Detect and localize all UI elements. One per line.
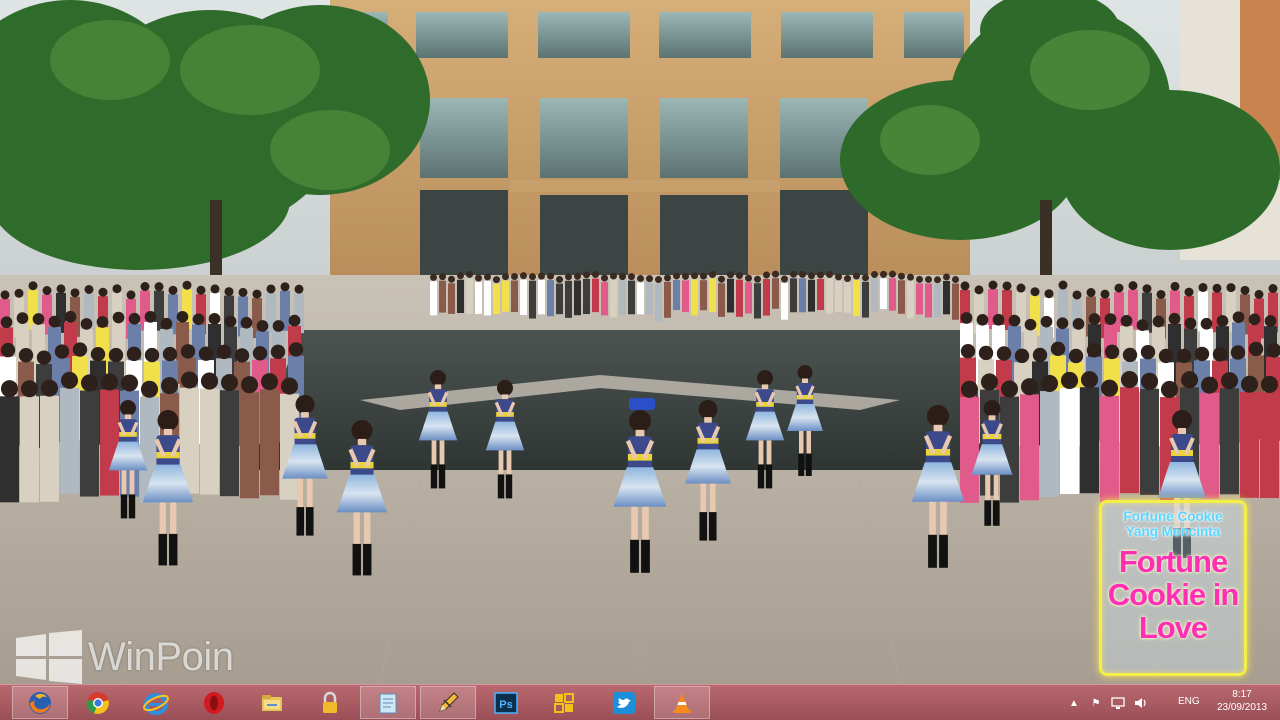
taskbar-photoshop-button[interactable]: Ps <box>478 686 534 719</box>
fortune-cookie-title-logo: Fortune Cookie Yang Mencinta Fortune Coo… <box>1099 500 1247 676</box>
folder-icon <box>262 694 282 711</box>
volume-icon[interactable] <box>1133 696 1147 710</box>
vlc-icon <box>673 692 691 713</box>
title-subtitle: Fortune Cookie Yang Mencinta <box>1123 509 1223 539</box>
flag-icon[interactable]: ⚑ <box>1089 696 1103 710</box>
desktop-wallpaper <box>0 0 1280 684</box>
taskbar-lock-button[interactable] <box>302 686 358 719</box>
show-hidden-icon[interactable]: ▲ <box>1067 696 1081 710</box>
taskbar-twitter-button[interactable] <box>596 686 652 719</box>
watermark-text: WinPoin <box>88 634 234 679</box>
twitter-icon <box>613 691 635 714</box>
clock[interactable]: 8:17 23/09/2013 <box>1209 688 1275 714</box>
taskbar-vlc-button[interactable] <box>654 686 710 719</box>
taskbar: Ps ▲ ⚑ ENG 8:17 23/09/2013 <box>0 684 1280 720</box>
clock-time: 8:17 <box>1232 689 1252 700</box>
taskbar-explorer-button[interactable] <box>244 686 300 719</box>
network-icon[interactable] <box>1111 696 1125 710</box>
system-tray: ▲ ⚑ ENG 8:17 23/09/2013 <box>1065 685 1280 720</box>
photoshop-label: Ps <box>499 699 512 711</box>
clock-date: 23/09/2013 <box>1216 702 1268 713</box>
taskbar-pencil-button[interactable] <box>420 686 476 719</box>
photoshop-icon: Ps <box>494 691 518 714</box>
taskbar-notepad-button[interactable] <box>360 686 416 719</box>
taskbar-ie-button[interactable] <box>128 686 184 719</box>
windows-logo-icon <box>16 630 82 684</box>
chrome-icon <box>86 691 109 714</box>
winpoin-watermark: WinPoin <box>14 630 234 684</box>
opera-icon <box>204 691 224 714</box>
language-indicator[interactable]: ENG <box>1178 696 1200 707</box>
taskbar-chrome-button[interactable] <box>70 686 126 719</box>
taskbar-opera-button[interactable] <box>186 686 242 719</box>
notepad-icon <box>379 693 397 713</box>
taskbar-firefox-button[interactable] <box>12 686 68 719</box>
taskbar-puzzle-button[interactable] <box>536 686 592 719</box>
title-main: Fortune Cookie in Love <box>1107 544 1240 645</box>
lock-icon <box>323 691 337 713</box>
puzzle-icon <box>554 692 574 713</box>
pencil-icon <box>439 691 459 712</box>
internet-explorer-icon <box>143 692 169 715</box>
firefox-icon <box>29 691 51 714</box>
